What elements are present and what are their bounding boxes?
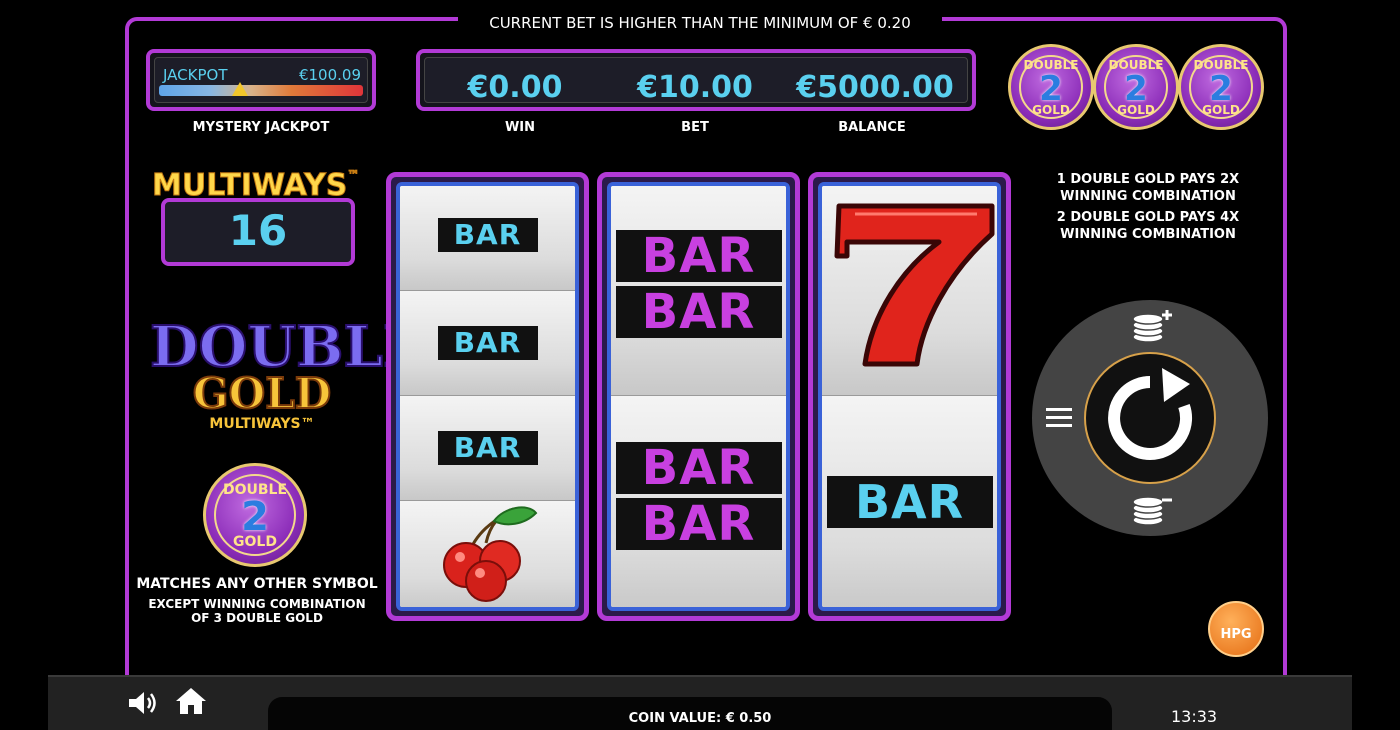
- jackpot-value: €100.09: [298, 66, 361, 84]
- bar-symbol: BAR: [615, 498, 782, 550]
- hpg-logo: HPG: [1208, 601, 1264, 657]
- bet-amount: €10.00: [637, 70, 753, 105]
- reel-cell: BAR: [400, 396, 575, 501]
- pays-line: 2 DOUBLE GOLD PAYS 4X: [1056, 210, 1240, 225]
- jackpot-label: JACKPOT: [163, 66, 228, 84]
- spin-arrow-icon: [1108, 368, 1192, 460]
- win-amount: €0.00: [467, 70, 563, 105]
- bar-symbol: BAR: [826, 476, 993, 528]
- cherry-icon: [443, 506, 538, 602]
- pays-line: WINNING COMBINATION: [1060, 189, 1236, 204]
- coins-plus-icon[interactable]: [1128, 307, 1172, 349]
- pays-info-2: 2 DOUBLE GOLD PAYS 4X WINNING COMBINATIO…: [1040, 209, 1256, 243]
- hamburger-menu-icon[interactable]: [1046, 408, 1072, 428]
- seven-symbol-icon: [834, 203, 995, 367]
- coin-bottom-text: GOLD: [1032, 103, 1070, 117]
- jackpot-meter: [159, 85, 363, 96]
- bet-label: BET: [681, 120, 709, 135]
- reel-cell: BAR: [400, 186, 575, 291]
- bar-symbol: BAR: [437, 218, 538, 252]
- reel-cell: [822, 186, 997, 396]
- bar-symbol: BAR: [615, 230, 782, 282]
- bar-symbol: BAR: [437, 326, 538, 360]
- reel-2: BAR BAR BAR BAR: [597, 172, 800, 621]
- pays-info-1: 1 DOUBLE GOLD PAYS 2X WINNING COMBINATIO…: [1040, 171, 1256, 205]
- wild-coin-icon: DOUBLE 2 GOLD: [203, 463, 307, 567]
- pays-line: WINNING COMBINATION: [1060, 227, 1236, 242]
- win-label: WIN: [504, 120, 536, 135]
- double-gold-coin-icon: DOUBLE 2 GOLD: [1008, 44, 1094, 130]
- logo-double-text: DOUBLE: [149, 314, 427, 380]
- double-gold-coin-icon: DOUBLE 2 GOLD: [1093, 44, 1179, 130]
- reel-cell: BAR BAR: [611, 186, 786, 396]
- multiways-count: 16: [228, 206, 288, 255]
- reel-1: BAR BAR BAR: [386, 172, 589, 621]
- logo-multiways-text: MULTIWAYS™: [209, 416, 315, 432]
- coins-minus-icon[interactable]: [1128, 490, 1172, 532]
- bar-symbol: BAR: [437, 431, 538, 465]
- reel-cell: BAR BAR: [611, 396, 786, 607]
- coin-bottom-text: GOLD: [233, 534, 277, 550]
- wild-info-line2: EXCEPT WINNING COMBINATION: [148, 597, 366, 611]
- money-panel: €0.00 €10.00 €5000.00: [416, 49, 976, 111]
- coin-bottom-text: GOLD: [1202, 103, 1240, 117]
- pays-line: 1 DOUBLE GOLD PAYS 2X: [1056, 172, 1240, 187]
- coin-bottom-text: GOLD: [1117, 103, 1155, 117]
- wild-info-line1: MATCHES ANY OTHER SYMBOL: [136, 576, 378, 592]
- mystery-jackpot-caption: MYSTERY JACKPOT: [192, 120, 330, 135]
- bar-symbol: BAR: [615, 442, 782, 494]
- mystery-jackpot-panel: JACKPOT €100.09: [146, 49, 376, 111]
- wild-info-line3: OF 3 DOUBLE GOLD: [191, 611, 323, 625]
- multiways-count-panel: 16: [161, 198, 355, 266]
- jackpot-marker-icon: [231, 82, 248, 96]
- balance-label: BALANCE: [838, 120, 906, 135]
- multiways-tm: ™: [347, 168, 360, 183]
- bar-symbol: BAR: [615, 286, 782, 338]
- spin-button[interactable]: [1084, 352, 1216, 484]
- reel-cell: BAR: [400, 291, 575, 396]
- reel-3: BAR: [808, 172, 1011, 621]
- clock: 13:33: [1171, 707, 1218, 726]
- bet-warning-message: CURRENT BET IS HIGHER THAN THE MINIMUM O…: [458, 10, 942, 36]
- balance-amount: €5000.00: [796, 70, 954, 105]
- reel-cell: BAR: [822, 396, 997, 607]
- double-gold-logo: DOUBLE GOLD MULTIWAYS™: [149, 314, 427, 432]
- reel-cell: [400, 501, 575, 607]
- double-gold-coin-icon: DOUBLE 2 GOLD: [1178, 44, 1264, 130]
